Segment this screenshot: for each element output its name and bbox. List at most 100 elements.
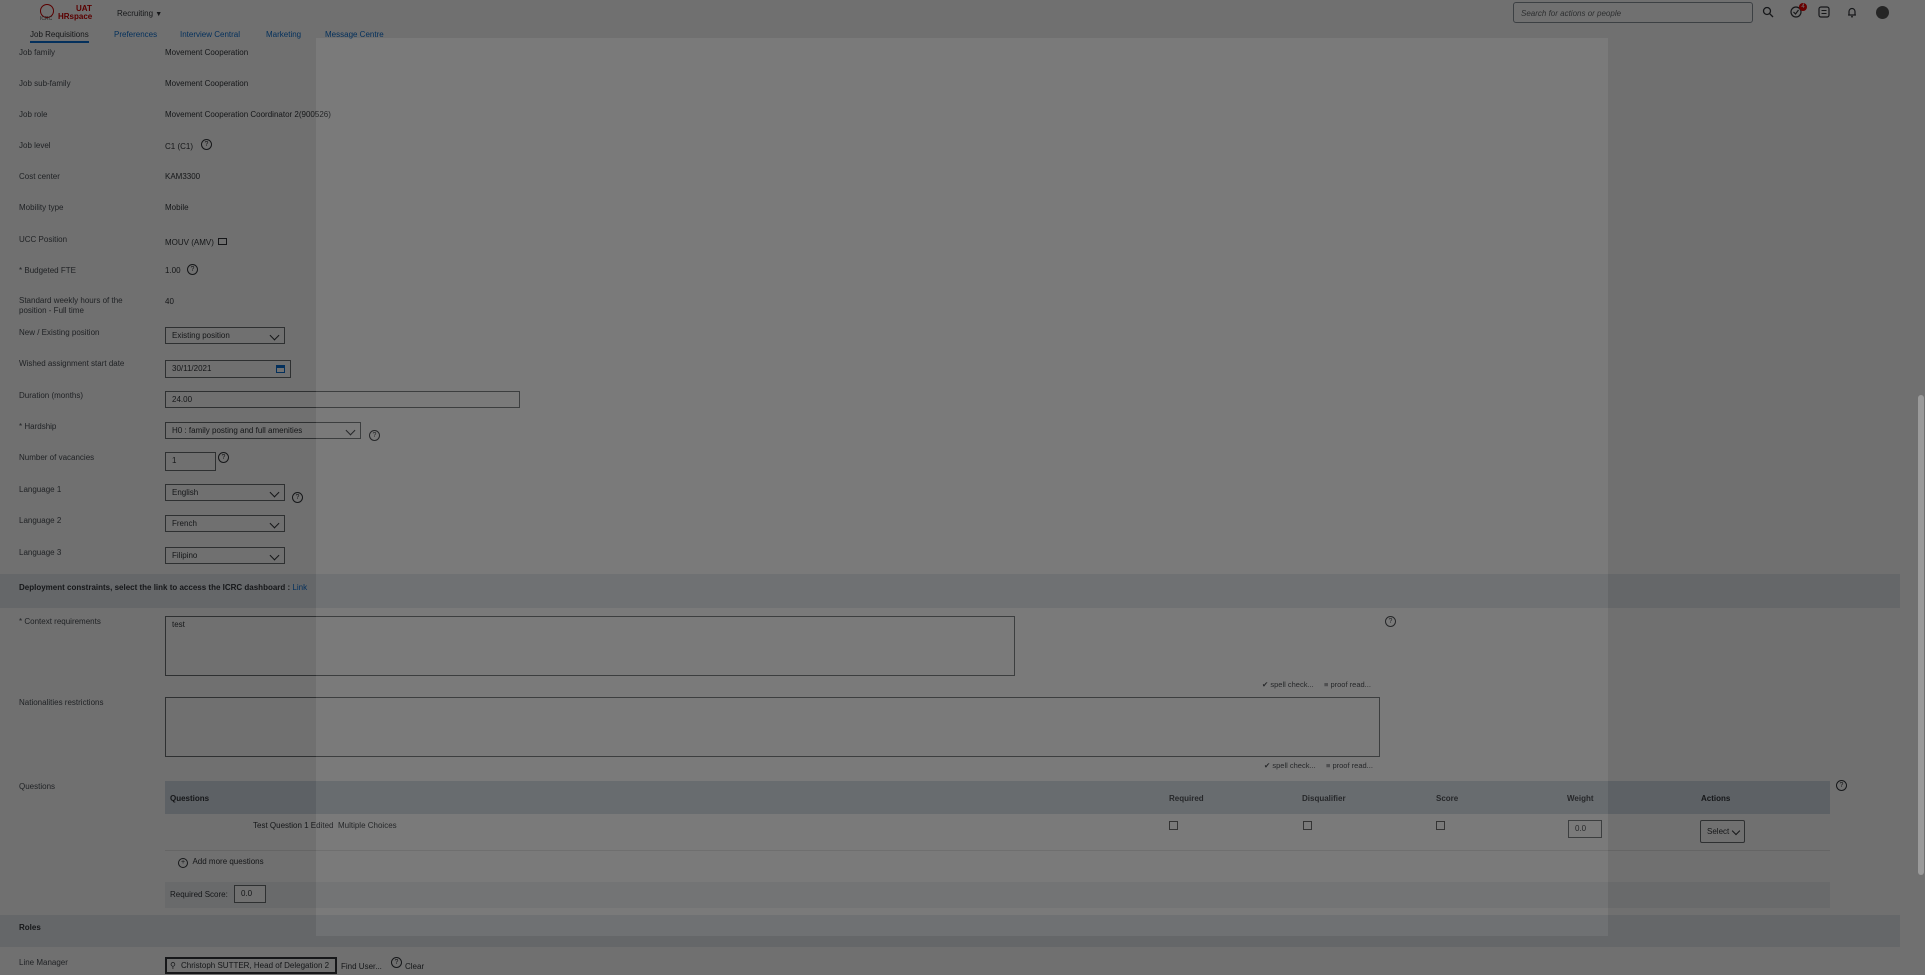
- budgeted-fte-label-text: Budgeted FTE: [24, 266, 76, 275]
- job-role-label: Job role: [19, 110, 48, 119]
- weekly-hours-value: 40: [165, 297, 174, 306]
- add-questions-label: Add more questions: [192, 857, 264, 866]
- duration-label: Duration (months): [19, 391, 84, 400]
- required-mark: *: [19, 422, 23, 431]
- tab-job-requisitions[interactable]: Job Requisitions: [30, 30, 89, 43]
- shell-bar: ICRC UAT HRspace Recruiting ▼ Search for…: [0, 0, 1925, 26]
- col-header-actions: Actions: [1701, 794, 1731, 803]
- start-date-value: 30/11/2021: [172, 364, 212, 373]
- chevron-down-icon: [269, 487, 280, 498]
- chevron-down-icon: [1731, 826, 1741, 836]
- tab-preferences[interactable]: Preferences: [114, 30, 157, 39]
- job-sub-family-value: Movement Cooperation: [165, 79, 249, 88]
- language1-label: Language 1: [19, 485, 62, 494]
- hardship-selected: H0 : family posting and full amenities: [172, 426, 303, 435]
- job-role-value: Movement Cooperation Coordinator 2(90052…: [165, 110, 331, 119]
- job-level-value: C1 (C1): [165, 142, 194, 151]
- cost-center-value: KAM3300: [165, 172, 201, 181]
- new-existing-label: New / Existing position: [19, 328, 100, 337]
- global-search-input[interactable]: Search for actions or people: [1513, 2, 1753, 23]
- user-search-icon: ⚲: [170, 961, 176, 970]
- mobility-type-label: Mobility type: [19, 203, 64, 212]
- logo-name: HRspace: [58, 12, 93, 21]
- line-manager-label: Line Manager: [19, 958, 68, 967]
- help-icon[interactable]: ?: [187, 264, 198, 275]
- dashboard-link[interactable]: Link: [292, 583, 307, 592]
- job-family-label: Job family: [19, 48, 56, 57]
- help-icon[interactable]: ?: [201, 139, 212, 150]
- actions-select[interactable]: Select: [1700, 820, 1745, 843]
- help-icon[interactable]: ?: [1836, 780, 1847, 791]
- cost-center-label: Cost center: [19, 172, 60, 181]
- mobility-type-value: Mobile: [165, 203, 189, 212]
- language3-label: Language 3: [19, 548, 62, 557]
- find-user-link[interactable]: Find User...: [341, 962, 382, 971]
- roles-heading: Roles: [19, 923, 41, 932]
- user-avatar[interactable]: [1876, 6, 1889, 19]
- line-manager-input[interactable]: ⚲ Christoph SUTTER, Head of Delegation 2: [165, 957, 337, 974]
- bell-icon[interactable]: [1846, 6, 1858, 18]
- ucc-position-value: MOUV (AMV): [165, 238, 214, 247]
- nationalities-label: Nationalities restrictions: [19, 698, 104, 707]
- help-icon[interactable]: ?: [292, 492, 303, 503]
- help-icon[interactable]: ?: [218, 452, 229, 463]
- budgeted-fte-value: 1.00: [165, 266, 181, 275]
- language1-select[interactable]: English: [165, 484, 285, 501]
- hardship-label-text: Hardship: [24, 422, 57, 431]
- language2-select[interactable]: French: [165, 515, 285, 532]
- job-level-label: Job level: [19, 141, 51, 150]
- budgeted-fte-label: * Budgeted FTE: [19, 266, 139, 276]
- new-existing-selected: Existing position: [172, 331, 230, 340]
- vacancies-input[interactable]: 1: [165, 452, 216, 471]
- language1-selected: English: [172, 488, 199, 497]
- new-existing-select[interactable]: Existing position: [165, 327, 285, 344]
- required-score-input[interactable]: 0.0: [234, 885, 266, 903]
- line-manager-value: Christoph SUTTER, Head of Delegation 2: [181, 961, 330, 970]
- ucc-position-label: UCC Position: [19, 235, 68, 244]
- col-header-questions: Questions: [170, 794, 210, 803]
- job-family-value: Movement Cooperation: [165, 48, 249, 57]
- chevron-down-icon: [269, 330, 280, 341]
- duration-value: 24.00: [172, 395, 193, 404]
- logo-org: ICRC: [40, 16, 53, 22]
- required-mark: *: [19, 617, 23, 626]
- search-icon[interactable]: [1762, 6, 1774, 18]
- caret-down-icon: ▼: [155, 11, 163, 18]
- language2-label: Language 2: [19, 516, 62, 525]
- start-date-input[interactable]: 30/11/2021: [165, 360, 291, 378]
- vacancies-label: Number of vacancies: [19, 453, 95, 462]
- add-circle-icon: +: [178, 858, 188, 868]
- notification-badge: 4: [1799, 3, 1807, 11]
- tab-interview-central[interactable]: Interview Central: [180, 30, 240, 39]
- required-score-value: 0.0: [241, 889, 253, 898]
- context-requirements-value: test: [172, 620, 185, 629]
- hardship-label: * Hardship: [19, 422, 139, 432]
- deployment-heading: Deployment constraints, select the link …: [19, 583, 307, 592]
- weekly-hours-label: Standard weekly hours of the position - …: [19, 296, 123, 315]
- context-requirements-label: * Context requirements: [19, 617, 139, 627]
- modal-dialog: [316, 38, 1608, 936]
- required-score-label: Required Score:: [170, 890, 228, 899]
- help-icon[interactable]: ?: [391, 957, 402, 968]
- module-label: Recruiting: [117, 9, 154, 18]
- job-sub-family-label: Job sub-family: [19, 79, 71, 88]
- required-mark: *: [19, 266, 23, 275]
- help-center-icon[interactable]: [1818, 6, 1830, 18]
- search-placeholder: Search for actions or people: [1521, 9, 1622, 18]
- info-card-icon[interactable]: [218, 238, 227, 245]
- vacancies-value: 1: [172, 456, 177, 465]
- context-requirements-label-text: Context requirements: [24, 617, 101, 626]
- page-scrollbar[interactable]: [1918, 395, 1924, 875]
- calendar-icon[interactable]: [276, 365, 285, 373]
- chevron-down-icon: [269, 550, 280, 561]
- module-switcher[interactable]: Recruiting ▼: [117, 9, 162, 18]
- chevron-down-icon: [269, 518, 280, 529]
- clear-link[interactable]: Clear: [405, 962, 424, 971]
- language2-selected: French: [172, 519, 197, 528]
- language3-select[interactable]: Filipino: [165, 547, 285, 564]
- language3-selected: Filipino: [172, 551, 198, 560]
- deployment-heading-text: Deployment constraints, select the link …: [19, 583, 291, 592]
- tab-marketing[interactable]: Marketing: [266, 30, 301, 39]
- add-questions-button[interactable]: + Add more questions: [178, 857, 264, 868]
- actions-selected: Select: [1707, 827, 1730, 836]
